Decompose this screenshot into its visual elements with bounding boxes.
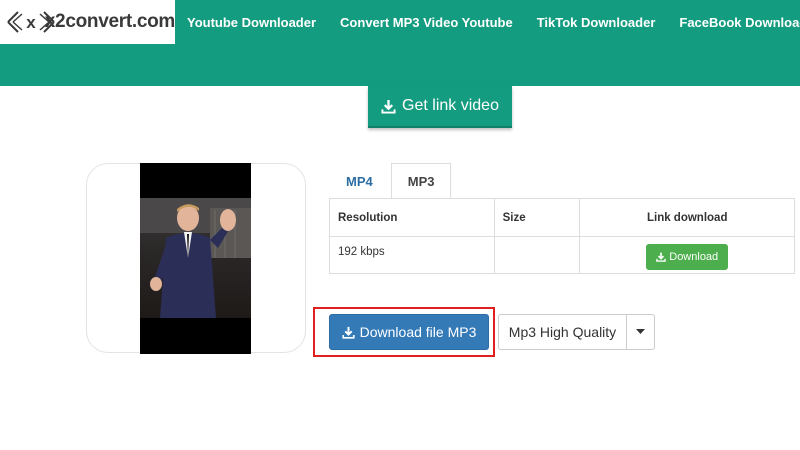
quality-select[interactable]: Mp3 High Quality <box>498 314 655 350</box>
nav-item-convert-mp3[interactable]: Convert MP3 Video Youtube <box>328 15 525 30</box>
tab-mp4[interactable]: MP4 <box>330 163 389 199</box>
get-link-label: Get link video <box>402 97 499 114</box>
column-header-resolution: Resolution <box>329 198 495 237</box>
video-frame <box>140 198 251 318</box>
cell-link-download: Download <box>579 236 795 274</box>
row-download-button[interactable]: Download <box>646 244 729 270</box>
row-download-label: Download <box>669 251 719 263</box>
download-icon <box>381 99 396 114</box>
download-file-mp3-label: Download file MP3 <box>359 324 477 340</box>
download-table: Resolution Size Link download 192 kbps D… <box>329 198 795 274</box>
video-thumbnail <box>140 163 251 354</box>
table-header-row: Resolution Size Link download <box>329 198 795 237</box>
get-link-video-button[interactable]: Get link video <box>368 86 512 128</box>
nav-item-facebook-downloader[interactable]: FaceBook Downloader <box>667 15 800 30</box>
download-icon <box>656 252 666 262</box>
logo-mark-letter: x <box>26 13 36 32</box>
format-tabs: MP4 MP3 <box>330 163 452 199</box>
main-nav: Youtube Downloader Convert MP3 Video You… <box>175 0 800 44</box>
site-logo[interactable]: x x2convert.com <box>0 0 175 44</box>
download-file-mp3-button[interactable]: Download file MP3 <box>329 314 489 350</box>
column-header-link-download: Link download <box>579 198 795 237</box>
quality-selected-value: Mp3 High Quality <box>499 315 627 349</box>
caret-down-icon[interactable] <box>627 315 654 349</box>
tab-mp3[interactable]: MP3 <box>390 163 452 199</box>
logo-text: x2convert.com <box>44 11 176 32</box>
top-navbar: x x2convert.com Youtube Downloader Conve… <box>0 0 800 86</box>
nav-item-tiktok-downloader[interactable]: TikTok Downloader <box>525 15 668 30</box>
download-icon <box>342 326 355 339</box>
person-figure-image <box>140 198 251 318</box>
nav-item-youtube-downloader[interactable]: Youtube Downloader <box>175 15 328 30</box>
column-header-size: Size <box>493 198 581 237</box>
cell-size <box>493 236 581 274</box>
cell-resolution: 192 kbps <box>329 236 495 274</box>
table-row: 192 kbps Download <box>329 236 795 274</box>
logo-mark-icon: x <box>6 4 55 40</box>
